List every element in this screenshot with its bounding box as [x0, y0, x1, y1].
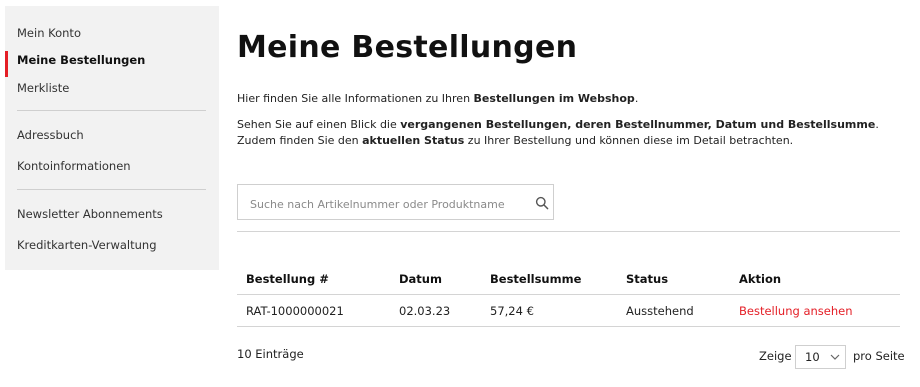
section-divider [237, 231, 900, 232]
column-header-action: Aktion [739, 272, 782, 286]
column-header-order: Bestellung # [246, 272, 329, 286]
column-header-total: Bestellsumme [490, 272, 582, 286]
table-row: RAT-1000000021 02.03.23 57,24 € Ausstehe… [237, 304, 900, 324]
table-row-divider [237, 326, 900, 327]
sidebar-item-adressbuch[interactable]: Adressbuch [17, 128, 84, 142]
per-page-select[interactable]: 10 [795, 345, 846, 369]
order-status: Ausstehend [626, 304, 694, 318]
account-sidebar: Mein Konto Meine Bestellungen Merkliste … [5, 6, 219, 270]
sidebar-item-newsletter[interactable]: Newsletter Abonnements [17, 207, 163, 221]
search-box [237, 184, 554, 220]
table-header-divider [237, 294, 900, 295]
per-page-suffix: pro Seite [853, 349, 905, 363]
sidebar-divider [17, 189, 206, 190]
chevron-down-icon [830, 354, 840, 360]
page-title: Meine Bestellungen [237, 30, 578, 65]
search-icon[interactable] [535, 196, 549, 210]
sidebar-divider [17, 110, 206, 111]
order-date: 02.03.23 [399, 304, 451, 318]
order-number: RAT-1000000021 [246, 304, 344, 318]
search-input[interactable] [248, 193, 532, 215]
orders-table-header: Bestellung # Datum Bestellsumme Status A… [237, 272, 900, 292]
entries-count: 10 Einträge [237, 347, 304, 361]
view-order-link[interactable]: Bestellung ansehen [739, 304, 853, 318]
active-indicator [5, 51, 8, 77]
sidebar-item-mein-konto[interactable]: Mein Konto [17, 26, 81, 40]
show-label: Zeige [759, 349, 792, 363]
per-page-value: 10 [805, 350, 820, 364]
intro-text-1: Hier finden Sie alle Informationen zu Ih… [237, 92, 639, 105]
order-total: 57,24 € [490, 304, 534, 318]
sidebar-item-merkliste[interactable]: Merkliste [17, 81, 69, 95]
intro-text-2: Sehen Sie auf einen Blick die vergangene… [237, 118, 879, 147]
sidebar-item-kontoinformationen[interactable]: Kontoinformationen [17, 159, 131, 173]
column-header-date: Datum [399, 272, 442, 286]
column-header-status: Status [626, 272, 669, 286]
sidebar-item-meine-bestellungen[interactable]: Meine Bestellungen [17, 53, 145, 67]
sidebar-item-kreditkarten[interactable]: Kreditkarten-Verwaltung [17, 238, 157, 252]
